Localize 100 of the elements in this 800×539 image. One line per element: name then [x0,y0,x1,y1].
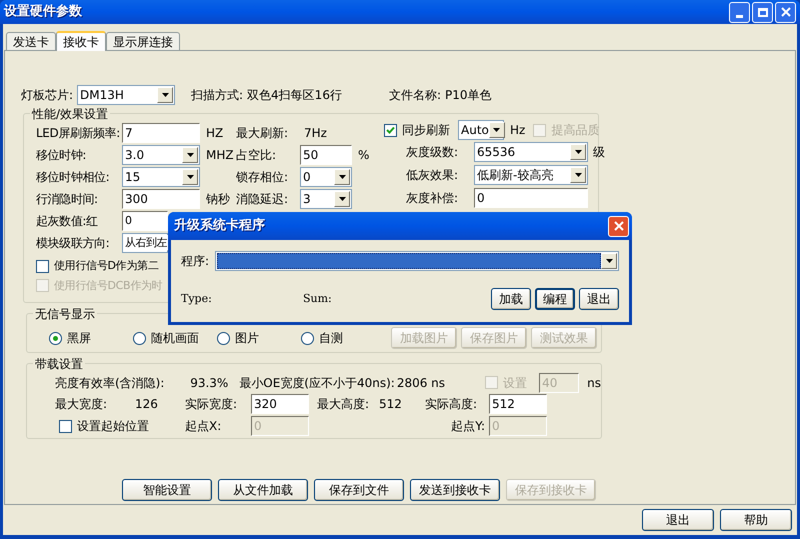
checkbox-label: 同步刷新 [402,122,450,139]
value-text: 2806 ns [396,374,446,392]
checkbox-label: 提高品质 [551,122,600,139]
input-field[interactable]: 0 [122,211,168,231]
value-text: 126 [135,396,158,413]
checkbox[interactable] [36,260,49,273]
radio-button[interactable] [133,332,146,344]
radio-label: 随机画面 [151,330,199,347]
field-label: 最大刷新: [235,125,290,142]
dropdown[interactable]: 从右到左 [122,233,168,253]
group-title: 无信号显示 [33,305,97,323]
button[interactable]: 保存到文件 [314,479,404,501]
dropdown[interactable]: DM13H [77,85,176,105]
unit-label: 钠秒 [205,191,230,208]
checkbox[interactable] [59,420,72,432]
field-label: 文件名称: [389,87,442,104]
button[interactable]: 发送到接收卡 [410,479,500,501]
tab[interactable]: 发送卡 [6,32,56,50]
tab[interactable]: 接收卡 [56,31,106,51]
input-field[interactable]: 7 [122,123,200,143]
field-label: 低灰效果: [406,166,460,184]
input-field[interactable]: 300 [122,189,200,209]
button[interactable]: 退出 [642,509,714,531]
input-field[interactable]: 320 [251,394,309,414]
tab[interactable]: 显示屏连接 [106,32,180,50]
button[interactable]: 从文件加载 [218,479,308,501]
value-text: 93.3% [190,374,230,392]
dropdown[interactable]: 低刷新-较高亮 [474,164,588,184]
minimize-icon[interactable] [729,2,750,22]
field-label: 扫描方式: [191,87,244,104]
field-label: 最小OE宽度(应不小于40ns): [239,374,395,392]
caret-icon [488,122,505,138]
unit-label: ns [587,374,601,392]
field-label: Type: [181,290,213,307]
window-title: 设置硬件参数 [4,3,83,22]
caret-icon [157,87,174,103]
radio-button[interactable] [217,332,230,344]
checkbox-label: 使用行信号DCB作为时 [54,278,162,294]
dropdown[interactable]: 0 [300,167,352,187]
unit-label: 级 [593,144,605,160]
field-label: 程序: [181,253,210,270]
field-label: 移位时钟: [36,147,88,164]
button[interactable]: 编程 [535,288,575,310]
close-icon[interactable] [608,216,629,236]
dropdown[interactable]: 3 [300,189,352,209]
field-label: 起点Y: [450,418,486,435]
checkbox-label: 设置 [503,374,528,392]
checkbox-label: 使用行信号D作为第二 [54,258,158,274]
button[interactable]: 加载 [491,288,531,310]
button[interactable]: 帮助 [720,509,792,531]
caret-icon [334,169,350,185]
field-label: 灯板芯片: [21,87,74,104]
caret-icon [182,169,198,185]
field-label: 实际宽度: [185,396,238,413]
field-label: 消隐延迟: [235,191,290,208]
radio-button[interactable] [49,332,62,344]
field-label: 占空比: [235,147,278,164]
field-label: Sum: [303,290,333,307]
caret-icon [570,166,586,182]
dropdown[interactable]: 15 [122,167,200,187]
input-field[interactable]: 512 [489,394,547,414]
input-field[interactable]: 0 [474,188,588,208]
field-label: 最大高度: [317,396,370,413]
radio-label: 自测 [319,330,343,347]
field-label: 灰度补偿: [406,190,460,206]
unit-label: HZ [205,125,224,142]
value-text: 512 [379,396,402,413]
radio-label: 图片 [235,330,259,347]
radio-button[interactable] [301,332,314,344]
input-field[interactable]: 50 [300,145,352,165]
dialog-title: 升级系统卡程序 [174,216,266,236]
field-label: 起灰数值:红 [36,213,99,230]
checkbox-label: 设置起始位置 [77,418,149,435]
radio-label: 黑屏 [67,330,91,347]
value-text: P10单色 [445,87,492,104]
field-label: 灰度级数: [406,144,460,160]
caret-icon [182,147,198,163]
value-text: 7Hz [303,126,327,140]
close-icon[interactable] [775,2,796,22]
value-text: 双色4扫每区16行 [247,87,342,104]
checkbox[interactable] [384,124,397,136]
button[interactable]: 智能设置 [122,479,212,501]
field-label: LED屏刷新频率: [36,125,121,142]
field-label: 最大宽度: [55,396,108,413]
unit-label: Hz [510,122,526,139]
field-label: 实际高度: [425,396,478,413]
button[interactable]: 退出 [579,288,619,310]
caret-icon [601,253,617,269]
field-label: 起点X: [185,418,222,435]
field-label: 模块级联方向: [36,235,110,252]
caret-icon [334,191,350,207]
dropdown[interactable]: 65536 [474,142,588,162]
dropdown[interactable]: Auto [458,120,504,140]
dropdown[interactable]: 3.0 [122,145,200,165]
maximize-icon[interactable] [752,2,773,22]
unit-label: % [357,147,370,164]
dropdown[interactable] [215,251,619,271]
caret-icon [570,144,586,160]
field-label: 锁存相位: [235,169,290,186]
field-label: 亮度有效率(含消隐): [55,374,166,392]
